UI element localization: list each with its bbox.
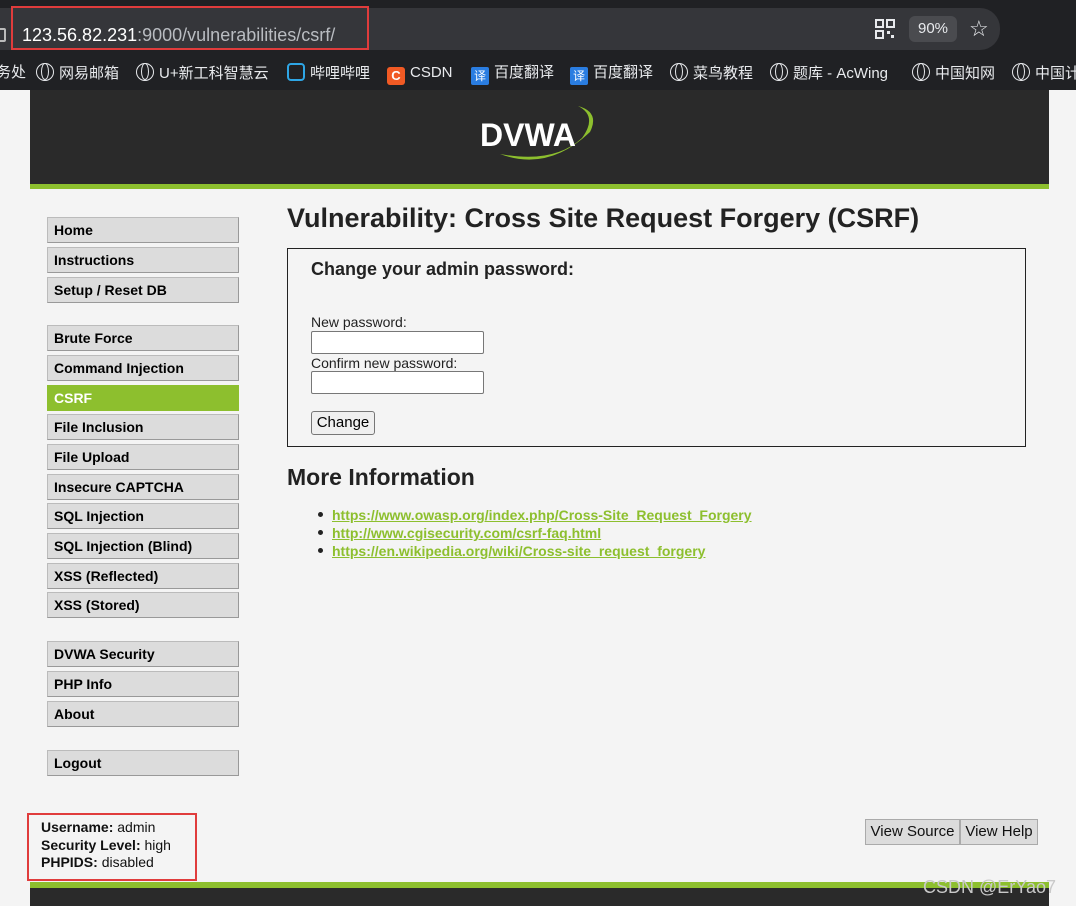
bookmark-label: 中国知网 [935,65,996,82]
menu-item-brute-force[interactable]: Brute Force [47,325,239,351]
bookmark-label: 哔哩哔哩 [310,65,371,82]
qr-code-icon[interactable] [875,19,895,39]
menu-item-setup[interactable]: Setup / Reset DB [47,277,239,303]
bookmark-item[interactable]: U+新工科智慧云 [136,63,269,83]
menu-item-instructions[interactable]: Instructions [47,247,239,273]
cgisecurity-link[interactable]: http://www.cgisecurity.com/csrf-faq.html [332,525,601,541]
translate-icon: 译 [570,67,588,85]
menu-item-logout[interactable]: Logout [47,750,239,776]
bookmark-item[interactable]: 哔哩哔哩 [287,63,370,83]
bookmark-item[interactable]: C CSDN [387,63,453,85]
menu-item-sql-injection[interactable]: SQL Injection [47,503,239,529]
wikipedia-link[interactable]: https://en.wikipedia.org/wiki/Cross-site… [332,543,705,559]
status-highlight-box [27,813,197,881]
bookmark-item[interactable]: 中国知网 [912,63,995,83]
bookmark-item[interactable]: 菜鸟教程 [670,63,753,83]
menu-item-about[interactable]: About [47,701,239,727]
menu-item-dvwa-security[interactable]: DVWA Security [47,641,239,667]
svg-text:DVWA: DVWA [480,117,576,153]
zoom-badge[interactable]: 90% [909,16,957,42]
bookmark-star-icon[interactable]: ☆ [969,16,989,42]
bookmark-item[interactable]: 网易邮箱 [36,63,119,83]
list-item: http://www.cgisecurity.com/csrf-faq.html [318,525,601,541]
bookmark-label: 菜鸟教程 [693,65,754,82]
menu-item-php-info[interactable]: PHP Info [47,671,239,697]
view-source-button[interactable]: View Source [865,819,960,845]
menu-item-file-upload[interactable]: File Upload [47,444,239,470]
lock-icon[interactable] [0,28,6,42]
url-highlight-box [11,6,369,50]
menu-item-home[interactable]: Home [47,217,239,243]
bookmark-label: U+新工科智慧云 [159,65,269,82]
new-password-label: New password: [311,314,407,330]
menu-item-command-injection[interactable]: Command Injection [47,355,239,381]
bilibili-icon [287,63,305,81]
globe-icon [670,63,688,81]
bookmark-item[interactable]: 中国计 [1012,63,1076,83]
bookmark-item[interactable]: 题库 - AcWing [770,63,888,83]
bookmark-item[interactable]: 务处 [0,63,26,83]
menu-item-insecure-captcha[interactable]: Insecure CAPTCHA [47,474,239,500]
page-title: Vulnerability: Cross Site Request Forger… [287,203,920,233]
translate-icon: 译 [471,67,489,85]
owasp-link[interactable]: https://www.owasp.org/index.php/Cross-Si… [332,507,752,523]
menu-item-file-inclusion[interactable]: File Inclusion [47,414,239,440]
globe-icon [136,63,154,81]
csdn-icon: C [387,67,405,85]
menu-item-csrf[interactable]: CSRF [47,385,239,411]
globe-icon [36,63,54,81]
bullet-icon [318,530,323,535]
footer [30,888,1049,906]
bookmark-item[interactable]: 译百度翻译 [471,63,555,85]
bullet-icon [318,548,323,553]
globe-icon [912,63,930,81]
bookmark-label: 百度翻译 [593,64,654,81]
menu-item-xss-reflected[interactable]: XSS (Reflected) [47,563,239,589]
list-item: https://www.owasp.org/index.php/Cross-Si… [318,507,752,523]
globe-icon [1012,63,1030,81]
watermark: CSDN @ErYao7 [923,877,1056,897]
bookmark-label: CSDN [410,64,453,81]
list-item: https://en.wikipedia.org/wiki/Cross-site… [318,543,705,559]
more-information-heading: More Information [287,464,475,490]
confirm-password-input[interactable] [311,371,484,394]
bookmark-label: 网易邮箱 [59,65,120,82]
bookmark-label: 百度翻译 [494,64,555,81]
change-button[interactable]: Change [311,411,375,435]
dvwa-logo: DVWA [480,106,594,160]
bookmark-item[interactable]: 译百度翻译 [570,63,654,85]
globe-icon [770,63,788,81]
bookmark-label: 务处 [0,64,27,81]
new-password-input[interactable] [311,331,484,354]
bookmark-label: 中国计 [1035,65,1076,82]
menu-item-sql-injection-blind[interactable]: SQL Injection (Blind) [47,533,239,559]
confirm-password-label: Confirm new password: [311,355,458,371]
bookmark-label: 题库 - AcWing [793,65,889,82]
view-help-button[interactable]: View Help [960,819,1038,845]
bookmarks-bar: 务处 网易邮箱 U+新工科智慧云 哔哩哔哩 C CSDN 译百度翻译 译百度翻译 … [0,56,1076,90]
bullet-icon [318,512,323,517]
form-heading: Change your admin password: [311,259,575,279]
menu-item-xss-stored[interactable]: XSS (Stored) [47,592,239,618]
